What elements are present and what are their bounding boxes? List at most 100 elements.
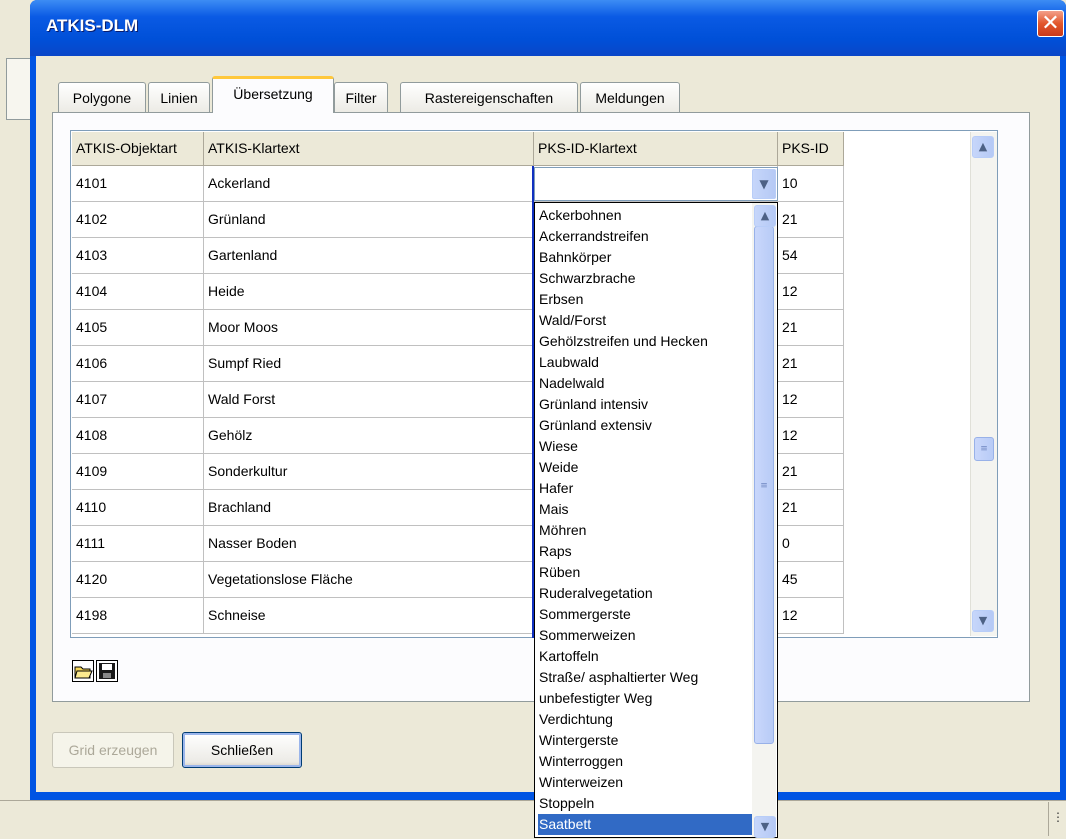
schliessen-button[interactable]: Schließen [182, 732, 302, 768]
grid-scroll-thumb[interactable]: ≡ [974, 437, 994, 461]
cell-objektart[interactable]: 4111 [72, 526, 204, 562]
column-header-atkis-objektart[interactable]: ATKIS-Objektart [72, 132, 204, 166]
title-bar[interactable] [30, 0, 1066, 56]
dropdown-option[interactable]: Winterweizen [538, 772, 753, 793]
cell-klartext[interactable]: Nasser Boden [204, 526, 534, 562]
cell-objektart[interactable]: 4101 [72, 166, 204, 202]
tab-linien[interactable]: Linien [148, 82, 210, 112]
cell-objektart[interactable]: 4106 [72, 346, 204, 382]
close-window-button[interactable]: ✕ [1037, 10, 1064, 37]
cell-pks-id[interactable]: 12 [778, 274, 844, 310]
column-header-pks-id[interactable]: PKS-ID [778, 132, 844, 166]
cell-klartext[interactable]: Sonderkultur [204, 454, 534, 490]
dropdown-option[interactable]: Ackerrandstreifen [538, 226, 753, 247]
cell-objektart[interactable]: 4104 [72, 274, 204, 310]
tab-meldungen[interactable]: Meldungen [580, 82, 680, 112]
cell-objektart[interactable]: 4109 [72, 454, 204, 490]
column-header-pks-id-klartext[interactable]: PKS-ID-Klartext [534, 132, 778, 166]
tab-filter[interactable]: Filter [334, 82, 388, 112]
dropdown-option[interactable]: Grünland extensiv [538, 415, 753, 436]
column-header-atkis-klartext[interactable]: ATKIS-Klartext [204, 132, 534, 166]
dropdown-option[interactable]: Straße/ asphaltierter Weg [538, 667, 753, 688]
tab-polygone[interactable]: Polygone [58, 82, 146, 112]
dropdown-option[interactable]: Wald/Forst [538, 310, 753, 331]
dropdown-option[interactable]: Erbsen [538, 289, 753, 310]
dropdown-option[interactable]: Sommerweizen [538, 625, 753, 646]
cell-klartext[interactable]: Moor Moos [204, 310, 534, 346]
dropdown-option[interactable]: Wiese [538, 436, 753, 457]
open-folder-icon[interactable] [72, 660, 94, 682]
grid-scroll-up-button[interactable]: ▲ [972, 136, 994, 158]
cell-pks-id[interactable]: 21 [778, 310, 844, 346]
dropdown-option[interactable]: Gehölzstreifen und Hecken [538, 331, 753, 352]
cell-klartext[interactable]: Ackerland [204, 166, 534, 202]
dropdown-option[interactable]: Bahnkörper [538, 247, 753, 268]
cell-klartext[interactable]: Gehölz [204, 418, 534, 454]
dropdown-scroll-thumb[interactable]: ≡ [754, 226, 774, 744]
dropdown-option[interactable]: Rüben [538, 562, 753, 583]
tab-label: Polygone [72, 90, 132, 106]
cell-klartext[interactable]: Gartenland [204, 238, 534, 274]
cell-klartext[interactable]: Grünland [204, 202, 534, 238]
dropdown-option[interactable]: Laubwald [538, 352, 753, 373]
pks-id-klartext-combo[interactable] [534, 167, 778, 201]
cell-klartext[interactable]: Sumpf Ried [204, 346, 534, 382]
cell-objektart[interactable]: 4107 [72, 382, 204, 418]
cell-klartext[interactable]: Heide [204, 274, 534, 310]
dropdown-option[interactable]: Kartoffeln [538, 646, 753, 667]
dropdown-option[interactable]: unbefestigter Weg [538, 688, 753, 709]
tab-rastereigenschaften[interactable]: Rastereigenschaften [400, 82, 578, 112]
cell-objektart[interactable]: 4108 [72, 418, 204, 454]
dropdown-scroll-up-button[interactable]: ▲ [754, 205, 776, 227]
cell-pks-id[interactable]: 0 [778, 526, 844, 562]
dropdown-option[interactable]: Mais [538, 499, 753, 520]
cell-pks-id[interactable]: 12 [778, 418, 844, 454]
cell-pks-id[interactable]: 54 [778, 238, 844, 274]
cell-pks-id[interactable]: 10 [778, 166, 844, 202]
dropdown-option[interactable]: Winterroggen [538, 751, 753, 772]
status-bar [0, 800, 1066, 839]
combo-dropdown-button[interactable]: ▼ [752, 169, 776, 199]
cell-klartext[interactable]: Schneise [204, 598, 534, 634]
save-disk-icon[interactable] [96, 660, 118, 682]
window-title: ATKIS-DLM [46, 16, 139, 35]
dropdown-option[interactable]: Sommergerste [538, 604, 753, 625]
cell-objektart[interactable]: 4120 [72, 562, 204, 598]
dropdown-option[interactable]: Hafer [538, 478, 753, 499]
cell-pks-id[interactable]: 21 [778, 202, 844, 238]
pks-dropdown-list[interactable]: Ackerbohnen Ackerrandstreifen Bahnkörper Sc… [534, 202, 778, 838]
cell-objektart[interactable]: 4198 [72, 598, 204, 634]
cell-pks-id[interactable]: 12 [778, 382, 844, 418]
dropdown-scroll-down-button[interactable]: ▼ [754, 816, 776, 838]
cell-objektart[interactable]: 4103 [72, 238, 204, 274]
dropdown-option[interactable]: Grünland intensiv [538, 394, 753, 415]
dropdown-option[interactable]: Schwarzbrache [538, 268, 753, 289]
dropdown-option[interactable]: Möhren [538, 520, 753, 541]
cell-klartext[interactable]: Brachland [204, 490, 534, 526]
cell-pks-id[interactable]: 21 [778, 454, 844, 490]
dropdown-option[interactable]: Verdichtung [538, 709, 753, 730]
cell-objektart[interactable]: 4110 [72, 490, 204, 526]
cell-pks-id[interactable]: 45 [778, 562, 844, 598]
dropdown-option[interactable]: Nadelwald [538, 373, 753, 394]
dropdown-option[interactable]: Stoppeln [538, 793, 753, 814]
dropdown-option[interactable]: Ruderalvegetation [538, 583, 753, 604]
grid-erzeugen-button[interactable]: Grid erzeugen [52, 732, 174, 768]
dropdown-option[interactable]: Raps [538, 541, 753, 562]
tab-uebersetzung[interactable]: Übersetzung [212, 76, 334, 113]
cell-pks-id[interactable]: 21 [778, 346, 844, 382]
cell-pks-id[interactable]: 12 [778, 598, 844, 634]
dropdown-option[interactable]: Ackerbohnen [538, 205, 753, 226]
cell-objektart[interactable]: 4105 [72, 310, 204, 346]
tab-label: Filter [345, 90, 377, 106]
dropdown-option[interactable]: Saatbett [538, 814, 753, 835]
cell-pks-id[interactable]: 21 [778, 490, 844, 526]
status-bar-grip: ⋮ [1048, 802, 1066, 836]
cell-klartext[interactable]: Wald Forst [204, 382, 534, 418]
grid-vertical-scrollbar[interactable] [970, 132, 997, 636]
grid-scroll-down-button[interactable]: ▼ [972, 610, 994, 632]
dropdown-option[interactable]: Wintergerste [538, 730, 753, 751]
cell-objektart[interactable]: 4102 [72, 202, 204, 238]
cell-klartext[interactable]: Vegetationslose Fläche [204, 562, 534, 598]
dropdown-option[interactable]: Weide [538, 457, 753, 478]
